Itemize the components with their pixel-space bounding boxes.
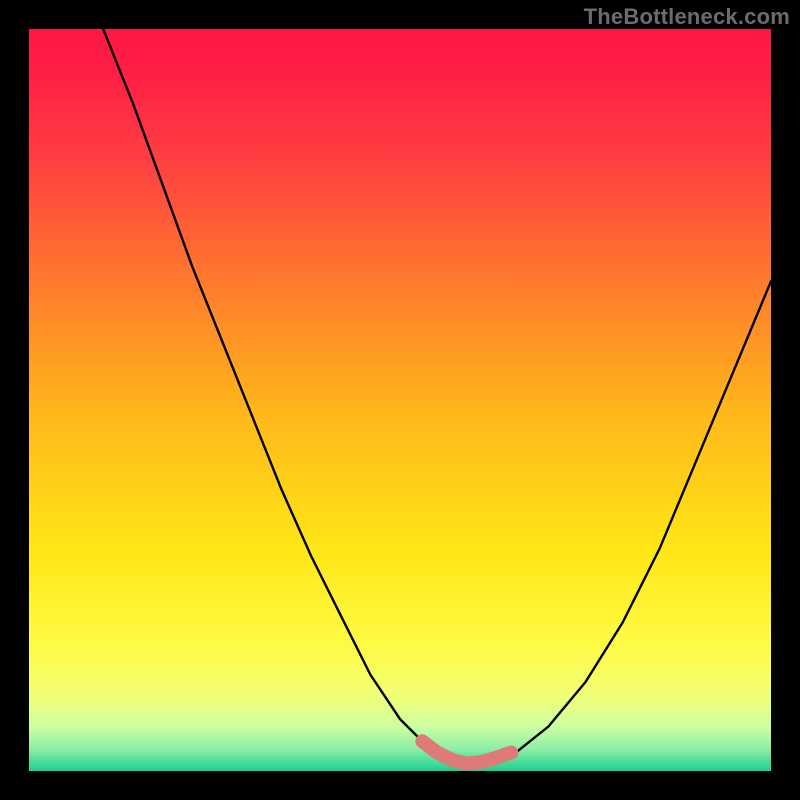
watermark-text: TheBottleneck.com xyxy=(584,4,790,30)
plot-area xyxy=(29,29,771,771)
curve-layer xyxy=(29,29,771,771)
optimal-range-highlight xyxy=(422,741,511,763)
chart-frame: TheBottleneck.com xyxy=(0,0,800,800)
bottleneck-curve xyxy=(103,29,771,764)
